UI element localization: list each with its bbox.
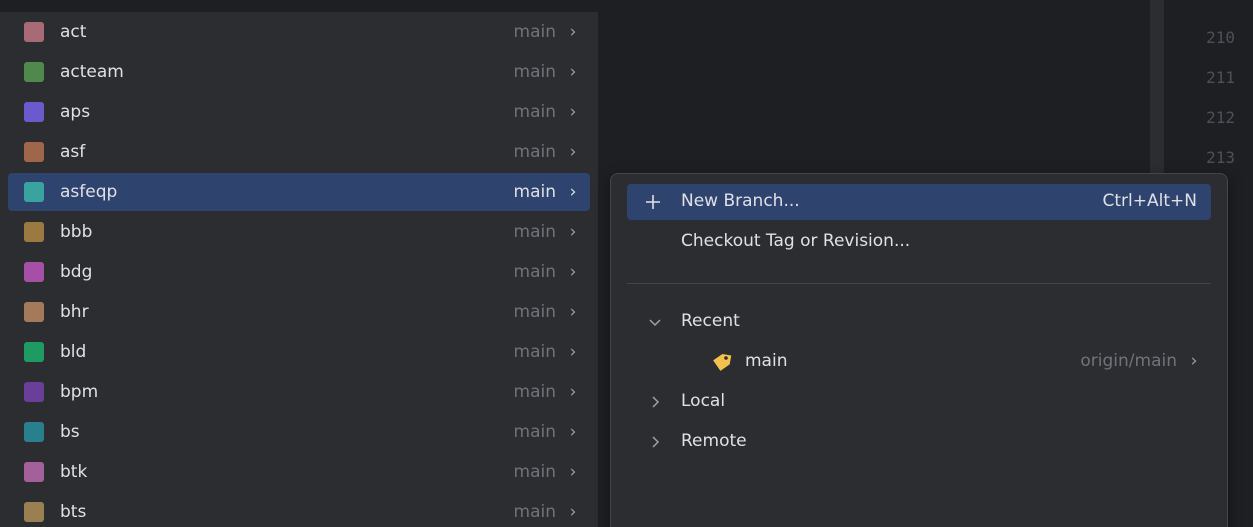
line-number: 211 <box>1206 68 1235 87</box>
repository-branch: main <box>513 382 556 402</box>
repository-list-popup: act main › acteam main › aps main › asf main › asfeq… <box>0 12 598 527</box>
repository-branch: main <box>513 182 556 202</box>
repository-color-swatch <box>24 502 44 522</box>
repository-row-bdg[interactable]: bdg main › <box>8 253 590 291</box>
chevron-right-icon: › <box>569 342 577 362</box>
repository-row-asfeqp[interactable]: asfeqp main › <box>8 173 590 211</box>
repository-color-swatch <box>24 222 44 242</box>
repository-color-swatch <box>24 302 44 322</box>
repository-row-acteam[interactable]: acteam main › <box>8 53 590 91</box>
chevron-right-icon <box>652 396 660 408</box>
chevron-right-icon: › <box>569 62 577 82</box>
recent-group-label: Recent <box>681 311 740 331</box>
repository-branch: main <box>513 142 556 162</box>
repository-name: btk <box>60 462 88 482</box>
repository-branch: main <box>513 302 556 322</box>
recent-branch-main[interactable]: main origin/main › <box>627 344 1211 380</box>
repository-color-swatch <box>24 142 44 162</box>
chevron-right-icon: › <box>569 222 577 242</box>
repository-color-swatch <box>24 262 44 282</box>
repository-row-bs[interactable]: bs main › <box>8 413 590 451</box>
repository-name: asf <box>60 142 86 162</box>
chevron-right-icon: › <box>569 422 577 442</box>
checkout-tag-label: Checkout Tag or Revision... <box>681 231 911 251</box>
repository-row-bpm[interactable]: bpm main › <box>8 373 590 411</box>
chevron-right-icon: › <box>569 102 577 122</box>
repository-branch: main <box>513 462 556 482</box>
repository-name: act <box>60 22 87 42</box>
chevron-right-icon: › <box>569 302 577 322</box>
repository-row-aps[interactable]: aps main › <box>8 93 590 131</box>
repository-branch: main <box>513 102 556 122</box>
repository-color-swatch <box>24 342 44 362</box>
new-branch-action[interactable]: New Branch... Ctrl+Alt+N <box>627 184 1211 220</box>
repository-name: bhr <box>60 302 89 322</box>
repository-branch: main <box>513 22 556 42</box>
repository-name: bpm <box>60 382 99 402</box>
repository-color-swatch <box>24 462 44 482</box>
checkout-tag-or-revision-action[interactable]: Checkout Tag or Revision... <box>627 224 1211 260</box>
plus-icon <box>646 195 660 209</box>
repository-row-asf[interactable]: asf main › <box>8 133 590 171</box>
line-number: 212 <box>1206 108 1235 127</box>
remote-branches-group[interactable]: Remote <box>627 424 1211 460</box>
local-branches-group[interactable]: Local <box>627 384 1211 420</box>
line-number: 210 <box>1206 28 1235 47</box>
repository-color-swatch <box>24 422 44 442</box>
repository-color-swatch <box>24 182 44 202</box>
repository-row-bbb[interactable]: bbb main › <box>8 213 590 251</box>
repository-branch: main <box>513 502 556 522</box>
repository-color-swatch <box>24 382 44 402</box>
line-number: 213 <box>1206 148 1235 167</box>
repository-row-bhr[interactable]: bhr main › <box>8 293 590 331</box>
repository-branch: main <box>513 342 556 362</box>
repository-color-swatch <box>24 22 44 42</box>
chevron-right-icon: › <box>569 22 577 42</box>
repository-color-swatch <box>24 62 44 82</box>
repository-row-act[interactable]: act main › <box>8 13 590 51</box>
branch-actions-popup: New Branch... Ctrl+Alt+N Checkout Tag or… <box>610 173 1228 527</box>
repository-row-btk[interactable]: btk main › <box>8 453 590 491</box>
tag-icon <box>713 353 732 371</box>
repository-branch: main <box>513 222 556 242</box>
repository-name: bbb <box>60 222 93 242</box>
chevron-right-icon: › <box>569 382 577 402</box>
chevron-right-icon: › <box>569 142 577 162</box>
editor-scroll-strip <box>1150 0 1164 185</box>
repository-branch: main <box>513 262 556 282</box>
repository-color-swatch <box>24 102 44 122</box>
recent-branches-group[interactable]: Recent <box>627 304 1211 340</box>
repository-row-bts[interactable]: bts main › <box>8 493 590 527</box>
chevron-right-icon: › <box>569 462 577 482</box>
repository-name: bts <box>60 502 87 522</box>
new-branch-shortcut: Ctrl+Alt+N <box>1102 191 1197 211</box>
branch-tracking: origin/main <box>1080 351 1177 371</box>
repository-name: bdg <box>60 262 93 282</box>
local-group-label: Local <box>681 391 726 411</box>
repository-row-bld[interactable]: bld main › <box>8 333 590 371</box>
repository-name: acteam <box>60 62 124 82</box>
repository-name: bs <box>60 422 80 442</box>
new-branch-label: New Branch... <box>681 191 800 211</box>
chevron-right-icon: › <box>1190 351 1198 371</box>
repository-name: aps <box>60 102 91 122</box>
chevron-right-icon <box>652 436 660 448</box>
chevron-right-icon: › <box>569 502 577 522</box>
remote-group-label: Remote <box>681 431 747 451</box>
chevron-right-icon: › <box>569 262 577 282</box>
popup-divider <box>627 283 1211 284</box>
repository-branch: main <box>513 62 556 82</box>
ide-window: 210 211 212 213 act main › acteam main › aps ma… <box>0 0 1253 527</box>
repository-name: bld <box>60 342 87 362</box>
chevron-right-icon: › <box>569 182 577 202</box>
repository-name: asfeqp <box>60 182 118 202</box>
repository-branch: main <box>513 422 556 442</box>
chevron-down-icon <box>649 319 661 327</box>
branch-name: main <box>745 351 788 371</box>
